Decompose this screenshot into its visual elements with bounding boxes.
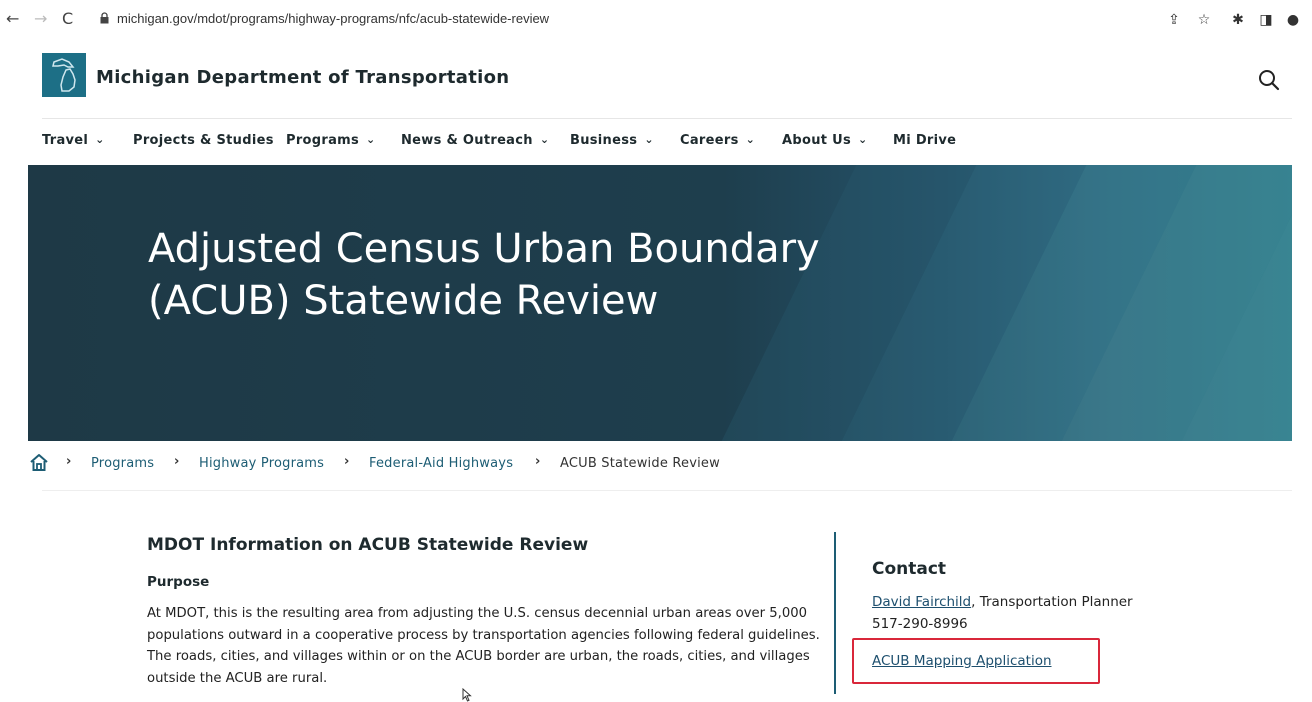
sidebar-divider [834, 532, 836, 694]
nav-item-label: Business [570, 133, 638, 148]
nav-item-label: Careers [680, 133, 739, 148]
contact-heading: Contact [872, 559, 947, 579]
michigan-map-icon [52, 58, 76, 92]
nav-item-projects-studies[interactable]: Projects & Studies [133, 133, 274, 148]
contact-person: David Fairchild, Transportation Planner [872, 594, 1133, 610]
lock-icon [100, 12, 109, 24]
nav-item-label: Mi Drive [893, 133, 957, 148]
search-icon[interactable] [1257, 68, 1281, 92]
breadcrumb-current: ACUB Statewide Review [560, 456, 720, 471]
chevron-down-icon: ⌄ [539, 133, 550, 146]
purpose-paragraph: At MDOT, this is the resulting area from… [147, 606, 820, 686]
nav-item-programs[interactable]: Programs ⌄ [286, 133, 376, 148]
back-arrow-icon[interactable]: ← [6, 9, 19, 28]
nav-item-label: About Us [782, 133, 851, 148]
breadcrumb-link-federal-aid-highways[interactable]: Federal-Aid Highways [369, 456, 513, 471]
chevron-right-icon: › [66, 454, 72, 469]
nav-item-label: Programs [286, 133, 360, 148]
reload-icon[interactable]: C [62, 9, 73, 28]
share-icon[interactable]: ⇪ [1165, 11, 1183, 29]
breadcrumb-link-programs[interactable]: Programs [91, 456, 154, 471]
nav-item-about-us[interactable]: About Us ⌄ [782, 133, 868, 148]
contact-phone: 517-290-8996 [872, 616, 968, 632]
chevron-down-icon: ⌄ [95, 133, 105, 146]
mouse-cursor-icon [462, 688, 472, 702]
chevron-right-icon: › [174, 454, 180, 469]
bookmark-star-icon[interactable]: ☆ [1195, 11, 1213, 29]
mdot-logo[interactable] [42, 53, 86, 97]
contact-name-link[interactable]: David Fairchild [872, 594, 971, 610]
nav-item-travel[interactable]: Travel ⌄ [42, 133, 105, 148]
page-title: Adjusted Census Urban Boundary (ACUB) St… [148, 226, 820, 324]
nav-item-business[interactable]: Business ⌄ [570, 133, 654, 148]
chevron-down-icon: ⌄ [644, 133, 654, 146]
extensions-puzzle-icon[interactable]: ✱ [1229, 11, 1247, 29]
nav-item-label: Travel [42, 133, 89, 148]
browser-toolbar: ← → C michigan.gov/mdot/programs/highway… [0, 0, 1312, 38]
chevron-down-icon: ⌄ [366, 133, 376, 146]
nav-item-news-outreach[interactable]: News & Outreach ⌄ [401, 133, 549, 148]
section-heading: MDOT Information on ACUB Statewide Revie… [147, 535, 589, 555]
chevron-right-icon: › [535, 454, 541, 469]
side-panel-icon[interactable]: ◨ [1257, 11, 1275, 29]
nav-item-label: Projects & Studies [133, 133, 274, 148]
nav-item-mi-drive[interactable]: Mi Drive [893, 133, 956, 148]
contact-role: , Transportation Planner [971, 594, 1133, 610]
home-icon[interactable] [28, 452, 50, 474]
site-title[interactable]: Michigan Department of Transportation [96, 67, 509, 88]
nav-item-careers[interactable]: Careers ⌄ [680, 133, 755, 148]
forward-arrow-icon[interactable]: → [34, 9, 47, 28]
header-divider [42, 118, 1292, 119]
chevron-down-icon: ⌄ [858, 133, 868, 146]
purpose-heading: Purpose [147, 574, 210, 590]
chevron-right-icon: › [344, 454, 350, 469]
nav-item-label: News & Outreach [401, 133, 533, 148]
breadcrumb-link-highway-programs[interactable]: Highway Programs [199, 456, 324, 471]
chevron-down-icon: ⌄ [745, 133, 756, 146]
profile-icon[interactable]: ● [1284, 11, 1302, 29]
acub-mapping-application-link[interactable]: ACUB Mapping Application [872, 653, 1052, 669]
breadcrumb-divider [42, 490, 1292, 491]
address-bar[interactable]: michigan.gov/mdot/programs/highway-progr… [117, 11, 549, 26]
